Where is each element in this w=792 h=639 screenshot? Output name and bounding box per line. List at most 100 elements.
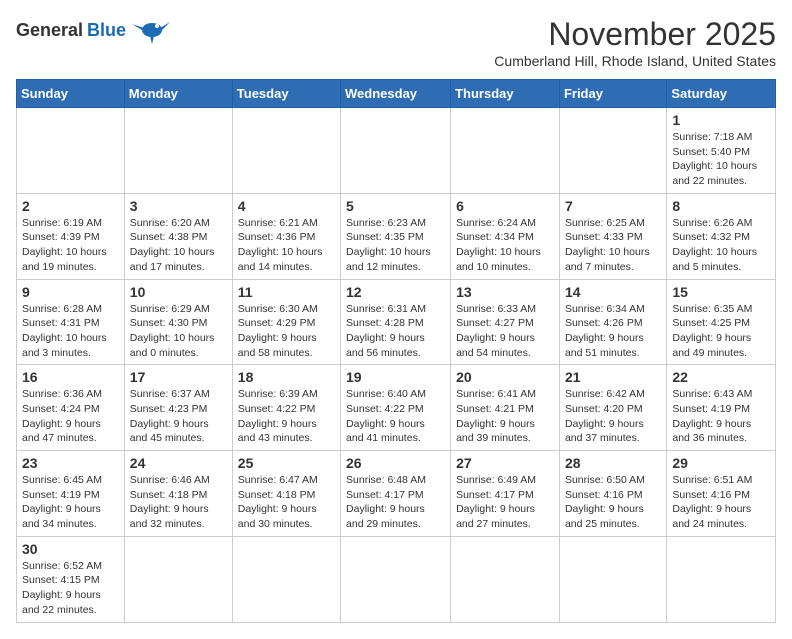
day-info: Sunrise: 6:51 AM Sunset: 4:16 PM Dayligh… xyxy=(672,473,770,532)
day-info: Sunrise: 6:39 AM Sunset: 4:22 PM Dayligh… xyxy=(238,387,335,446)
calendar-cell xyxy=(232,536,340,622)
day-info: Sunrise: 6:34 AM Sunset: 4:26 PM Dayligh… xyxy=(565,302,661,361)
day-number: 28 xyxy=(565,455,661,471)
day-number: 15 xyxy=(672,284,770,300)
calendar-week-row: 9 Sunrise: 6:28 AM Sunset: 4:31 PM Daylig… xyxy=(17,279,776,365)
day-info: Sunrise: 6:26 AM Sunset: 4:32 PM Dayligh… xyxy=(672,216,770,275)
day-number: 18 xyxy=(238,369,335,385)
calendar-cell: 13 Sunrise: 6:33 AM Sunset: 4:27 PM Dayli… xyxy=(451,279,560,365)
calendar-cell: 30 Sunrise: 6:52 AM Sunset: 4:15 PM Dayli… xyxy=(17,536,125,622)
day-number: 7 xyxy=(565,198,661,214)
weekday-header-sunday: Sunday xyxy=(17,80,125,108)
calendar-cell xyxy=(232,108,340,194)
calendar-cell xyxy=(124,536,232,622)
day-info: Sunrise: 6:48 AM Sunset: 4:17 PM Dayligh… xyxy=(346,473,445,532)
day-info: Sunrise: 6:47 AM Sunset: 4:18 PM Dayligh… xyxy=(238,473,335,532)
day-number: 22 xyxy=(672,369,770,385)
day-info: Sunrise: 6:24 AM Sunset: 4:34 PM Dayligh… xyxy=(456,216,554,275)
day-info: Sunrise: 6:36 AM Sunset: 4:24 PM Dayligh… xyxy=(22,387,119,446)
day-number: 27 xyxy=(456,455,554,471)
day-info: Sunrise: 6:33 AM Sunset: 4:27 PM Dayligh… xyxy=(456,302,554,361)
day-info: Sunrise: 6:25 AM Sunset: 4:33 PM Dayligh… xyxy=(565,216,661,275)
day-number: 19 xyxy=(346,369,445,385)
day-number: 13 xyxy=(456,284,554,300)
day-info: Sunrise: 6:52 AM Sunset: 4:15 PM Dayligh… xyxy=(22,559,119,618)
day-info: Sunrise: 6:28 AM Sunset: 4:31 PM Dayligh… xyxy=(22,302,119,361)
day-number: 24 xyxy=(130,455,227,471)
calendar-cell: 22 Sunrise: 6:43 AM Sunset: 4:19 PM Dayli… xyxy=(667,365,776,451)
calendar-cell: 8 Sunrise: 6:26 AM Sunset: 4:32 PM Daylig… xyxy=(667,193,776,279)
calendar-cell: 14 Sunrise: 6:34 AM Sunset: 4:26 PM Dayli… xyxy=(559,279,666,365)
calendar-cell: 10 Sunrise: 6:29 AM Sunset: 4:30 PM Dayli… xyxy=(124,279,232,365)
day-info: Sunrise: 6:46 AM Sunset: 4:18 PM Dayligh… xyxy=(130,473,227,532)
calendar-cell: 19 Sunrise: 6:40 AM Sunset: 4:22 PM Dayli… xyxy=(341,365,451,451)
day-info: Sunrise: 6:21 AM Sunset: 4:36 PM Dayligh… xyxy=(238,216,335,275)
day-number: 25 xyxy=(238,455,335,471)
calendar-cell: 18 Sunrise: 6:39 AM Sunset: 4:22 PM Dayli… xyxy=(232,365,340,451)
location-subtitle: Cumberland Hill, Rhode Island, United St… xyxy=(494,53,776,69)
calendar-cell: 11Sunrise: 6:30 AM Sunset: 4:29 PM Dayli… xyxy=(232,279,340,365)
weekday-header-saturday: Saturday xyxy=(667,80,776,108)
day-number: 29 xyxy=(672,455,770,471)
calendar-cell xyxy=(124,108,232,194)
calendar-cell: 7 Sunrise: 6:25 AM Sunset: 4:33 PM Daylig… xyxy=(559,193,666,279)
weekday-header-monday: Monday xyxy=(124,80,232,108)
day-info: Sunrise: 6:23 AM Sunset: 4:35 PM Dayligh… xyxy=(346,216,445,275)
day-number: 12 xyxy=(346,284,445,300)
weekday-header-friday: Friday xyxy=(559,80,666,108)
day-info: Sunrise: 6:49 AM Sunset: 4:17 PM Dayligh… xyxy=(456,473,554,532)
calendar-cell: 9 Sunrise: 6:28 AM Sunset: 4:31 PM Daylig… xyxy=(17,279,125,365)
day-info: Sunrise: 6:50 AM Sunset: 4:16 PM Dayligh… xyxy=(565,473,661,532)
calendar-cell: 24 Sunrise: 6:46 AM Sunset: 4:18 PM Dayli… xyxy=(124,451,232,537)
day-number: 30 xyxy=(22,541,119,557)
day-number: 11 xyxy=(238,284,335,300)
calendar-cell xyxy=(667,536,776,622)
day-info: Sunrise: 6:29 AM Sunset: 4:30 PM Dayligh… xyxy=(130,302,227,361)
day-number: 16 xyxy=(22,369,119,385)
day-info: Sunrise: 6:35 AM Sunset: 4:25 PM Dayligh… xyxy=(672,302,770,361)
day-number: 4 xyxy=(238,198,335,214)
day-info: Sunrise: 6:42 AM Sunset: 4:20 PM Dayligh… xyxy=(565,387,661,446)
day-number: 5 xyxy=(346,198,445,214)
weekday-header-row: SundayMondayTuesdayWednesdayThursdayFrid… xyxy=(17,80,776,108)
day-info: Sunrise: 6:37 AM Sunset: 4:23 PM Dayligh… xyxy=(130,387,227,446)
calendar-cell: 27 Sunrise: 6:49 AM Sunset: 4:17 PM Dayli… xyxy=(451,451,560,537)
day-number: 21 xyxy=(565,369,661,385)
calendar-cell: 12Sunrise: 6:31 AM Sunset: 4:28 PM Dayli… xyxy=(341,279,451,365)
day-number: 17 xyxy=(130,369,227,385)
calendar-cell: 16 Sunrise: 6:36 AM Sunset: 4:24 PM Dayli… xyxy=(17,365,125,451)
day-number: 20 xyxy=(456,369,554,385)
calendar-cell: 20Sunrise: 6:41 AM Sunset: 4:21 PM Dayli… xyxy=(451,365,560,451)
calendar-cell: 5 Sunrise: 6:23 AM Sunset: 4:35 PM Daylig… xyxy=(341,193,451,279)
day-number: 2 xyxy=(22,198,119,214)
calendar-week-row: 23 Sunrise: 6:45 AM Sunset: 4:19 PM Dayli… xyxy=(17,451,776,537)
calendar-cell: 6 Sunrise: 6:24 AM Sunset: 4:34 PM Daylig… xyxy=(451,193,560,279)
day-info: Sunrise: 7:18 AM Sunset: 5:40 PM Dayligh… xyxy=(672,130,770,189)
day-info: Sunrise: 6:45 AM Sunset: 4:19 PM Dayligh… xyxy=(22,473,119,532)
calendar-cell xyxy=(559,108,666,194)
calendar-cell xyxy=(341,108,451,194)
day-number: 8 xyxy=(672,198,770,214)
day-number: 10 xyxy=(130,284,227,300)
calendar-cell xyxy=(17,108,125,194)
calendar-cell: 3Sunrise: 6:20 AM Sunset: 4:38 PM Daylig… xyxy=(124,193,232,279)
day-number: 14 xyxy=(565,284,661,300)
calendar-cell: 26 Sunrise: 6:48 AM Sunset: 4:17 PM Dayli… xyxy=(341,451,451,537)
logo: GeneralBlue xyxy=(16,16,170,44)
day-info: Sunrise: 6:43 AM Sunset: 4:19 PM Dayligh… xyxy=(672,387,770,446)
day-number: 6 xyxy=(456,198,554,214)
calendar-week-row: 30 Sunrise: 6:52 AM Sunset: 4:15 PM Dayli… xyxy=(17,536,776,622)
calendar-week-row: 2 Sunrise: 6:19 AM Sunset: 4:39 PM Daylig… xyxy=(17,193,776,279)
day-number: 26 xyxy=(346,455,445,471)
day-number: 9 xyxy=(22,284,119,300)
calendar-cell: 1 Sunrise: 7:18 AM Sunset: 5:40 PM Daylig… xyxy=(667,108,776,194)
day-info: Sunrise: 6:19 AM Sunset: 4:39 PM Dayligh… xyxy=(22,216,119,275)
calendar-cell: 17 Sunrise: 6:37 AM Sunset: 4:23 PM Dayli… xyxy=(124,365,232,451)
logo-blue-text: Blue xyxy=(87,20,126,41)
calendar-cell: 25 Sunrise: 6:47 AM Sunset: 4:18 PM Dayli… xyxy=(232,451,340,537)
day-number: 23 xyxy=(22,455,119,471)
calendar-cell xyxy=(341,536,451,622)
day-number: 1 xyxy=(672,112,770,128)
logo-bird-icon xyxy=(132,16,170,44)
day-info: Sunrise: 6:40 AM Sunset: 4:22 PM Dayligh… xyxy=(346,387,445,446)
